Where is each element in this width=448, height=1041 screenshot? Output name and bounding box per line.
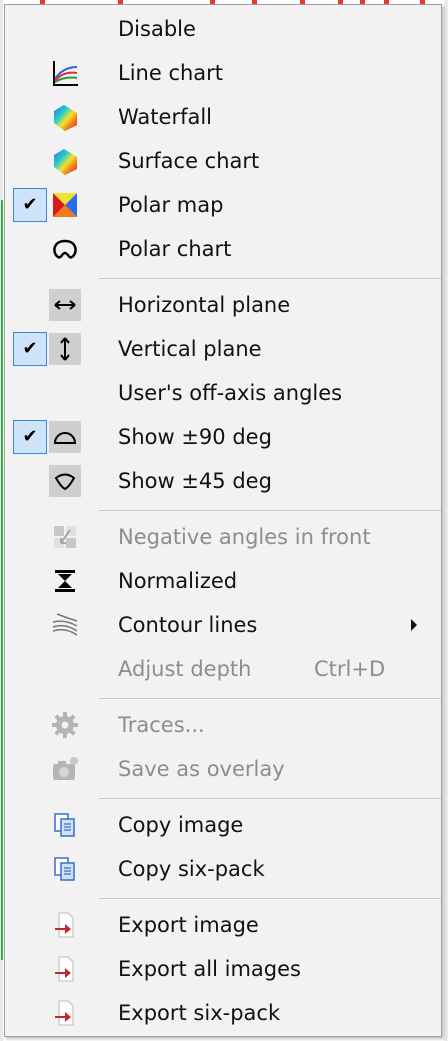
menu-item-polar-map[interactable]: ✔ Polar map	[5, 183, 441, 227]
contour-lines-icon	[49, 609, 81, 641]
menu-item-export-image[interactable]: Export image	[5, 903, 441, 947]
menu-item-normalized[interactable]: Normalized	[5, 559, 441, 603]
checkmark-icon: ✔	[13, 420, 47, 454]
lens-icon	[49, 465, 81, 497]
menu-item-label: Traces...	[118, 713, 205, 737]
menu-item-label: Copy image	[118, 813, 244, 837]
menu-item-horizontal-plane[interactable]: Horizontal plane	[5, 283, 441, 327]
menu-item-label: Horizontal plane	[118, 293, 291, 317]
menu-separator	[99, 798, 441, 799]
waterfall-icon	[49, 101, 81, 133]
menu-item-polar-chart[interactable]: Polar chart	[5, 227, 441, 271]
menu-item-label: Waterfall	[118, 105, 213, 129]
checkmark-icon: ✔	[13, 188, 47, 222]
menu-item-label: Show ±90 deg	[118, 425, 272, 449]
menu-item-surface-chart[interactable]: Surface chart	[5, 139, 441, 183]
polar-map-icon	[49, 189, 81, 221]
menu-item-save-as-overlay[interactable]: Save as overlay	[5, 747, 441, 791]
camera-icon	[49, 753, 81, 785]
menu-item-shortcut: Ctrl+D	[314, 657, 386, 681]
menu-item-export-all-images[interactable]: Export all images	[5, 947, 441, 991]
menu-item-show-90-deg[interactable]: ✔ Show ±90 deg	[5, 415, 441, 459]
horizontal-arrows-icon	[49, 289, 81, 321]
menu-item-waterfall[interactable]: Waterfall	[5, 95, 441, 139]
copy-icon	[49, 853, 81, 885]
menu-item-label: Save as overlay	[118, 757, 285, 781]
menu-item-label: Contour lines	[118, 613, 258, 637]
menu-item-label: Show ±45 deg	[118, 469, 272, 493]
menu-separator	[99, 898, 441, 899]
line-chart-icon	[49, 57, 81, 89]
background-green-line	[1, 200, 3, 960]
menu-item-label: Surface chart	[118, 149, 260, 173]
menu-item-traces[interactable]: Traces...	[5, 703, 441, 747]
submenu-arrow-icon	[411, 619, 417, 631]
checkmark-icon: ✔	[13, 332, 47, 366]
menu-item-disable[interactable]: Disable	[5, 7, 441, 51]
menu-item-label: Polar map	[118, 193, 224, 217]
menu-item-label: Vertical plane	[118, 337, 262, 361]
menu-item-label: Negative angles in front	[118, 525, 371, 549]
copy-icon	[49, 809, 81, 841]
swap-quadrants-icon	[49, 521, 81, 553]
polar-chart-icon	[49, 233, 81, 265]
menu-item-label: Export all images	[118, 957, 301, 981]
menu-item-label: Line chart	[118, 61, 224, 85]
menu-item-label: Adjust depth	[118, 657, 252, 681]
menu-item-contour-lines[interactable]: Contour lines	[5, 603, 441, 647]
context-menu: Disable Line chart Waterfall Surface cha…	[4, 4, 442, 1037]
menu-item-label: Export image	[118, 913, 259, 937]
background-edge-right	[444, 0, 448, 1041]
menu-item-vertical-plane[interactable]: ✔ Vertical plane	[5, 327, 441, 371]
menu-item-label: Export six-pack	[118, 1001, 281, 1025]
normalize-icon	[49, 565, 81, 597]
menu-separator	[99, 698, 441, 699]
menu-item-export-six-pack[interactable]: Export six-pack	[5, 991, 441, 1035]
menu-item-adjust-depth[interactable]: Adjust depth Ctrl+D	[5, 647, 441, 691]
menu-separator	[99, 278, 441, 279]
export-icon	[49, 909, 81, 941]
menu-item-label: Normalized	[118, 569, 238, 593]
menu-item-label: Polar chart	[118, 237, 232, 261]
vertical-arrows-icon	[49, 333, 81, 365]
menu-item-line-chart[interactable]: Line chart	[5, 51, 441, 95]
half-circle-icon	[49, 421, 81, 453]
menu-item-show-45-deg[interactable]: Show ±45 deg	[5, 459, 441, 503]
export-icon	[49, 997, 81, 1029]
menu-item-negative-angles-in-front[interactable]: Negative angles in front	[5, 515, 441, 559]
menu-item-label: Disable	[118, 17, 196, 41]
menu-item-label: User's off-axis angles	[118, 381, 343, 405]
menu-item-users-off-axis-angles[interactable]: User's off-axis angles	[5, 371, 441, 415]
menu-item-copy-image[interactable]: Copy image	[5, 803, 441, 847]
gear-icon	[49, 709, 81, 741]
menu-item-copy-six-pack[interactable]: Copy six-pack	[5, 847, 441, 891]
export-icon	[49, 953, 81, 985]
surface-chart-icon	[49, 145, 81, 177]
menu-separator	[99, 510, 441, 511]
menu-item-label: Copy six-pack	[118, 857, 265, 881]
